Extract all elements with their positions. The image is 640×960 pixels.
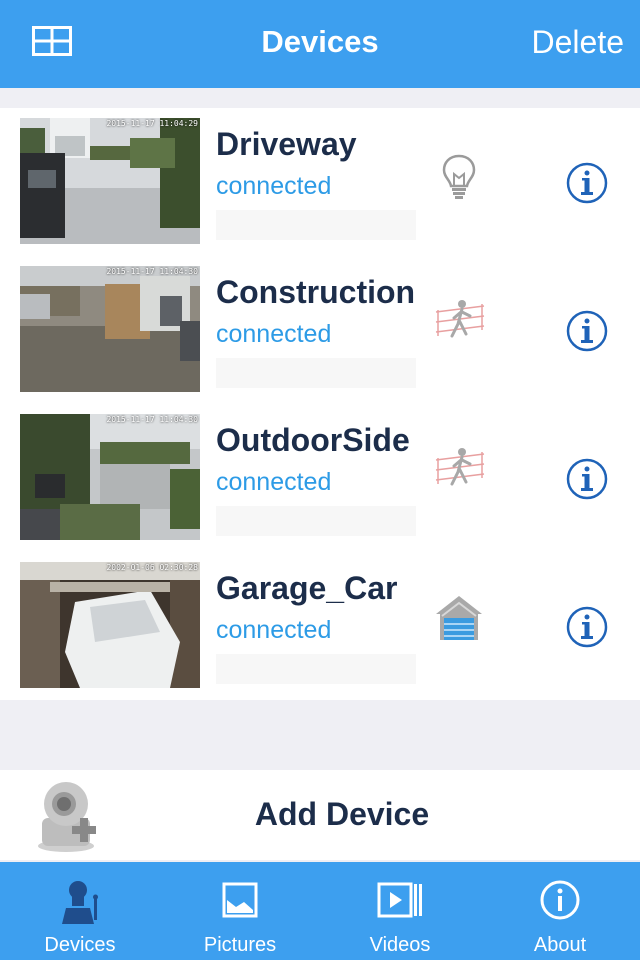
device-status: connected	[216, 172, 332, 200]
device-name: Garage_Car	[216, 570, 398, 606]
timestamp-overlay: 2015-11-17 11:04:30	[106, 267, 198, 276]
device-row[interactable]: 2015-11-17 11:04:29 Driveway connected	[0, 108, 640, 256]
device-status: connected	[216, 320, 332, 348]
camera-thumbnail[interactable]: 2015-11-17 11:04:30	[20, 266, 200, 392]
device-row[interactable]: 2015-11-17 11:04:30 Construction connect…	[0, 256, 640, 404]
camera-user-icon	[62, 881, 98, 924]
info-icon[interactable]	[566, 162, 608, 204]
tab-label: About	[533, 934, 587, 956]
device-detail-bar	[216, 358, 416, 388]
add-device-label: Add Device	[254, 796, 430, 832]
motion-detection-icon[interactable]	[432, 296, 486, 350]
delete-button[interactable]: Delete	[532, 24, 625, 61]
tab-bar: Devices Pictures Videos About	[0, 862, 640, 960]
tab-label: Devices	[44, 934, 116, 956]
light-bulb-icon[interactable]	[432, 148, 486, 202]
tab-pictures[interactable]: Pictures	[160, 862, 320, 960]
info-icon[interactable]	[566, 310, 608, 352]
camera-thumbnail[interactable]: 2002-01-06 02:30:28	[20, 562, 200, 688]
info-icon[interactable]	[566, 458, 608, 500]
device-status: connected	[216, 616, 332, 644]
timestamp-overlay: 2015-11-17 11:04:29	[106, 119, 198, 128]
camera-thumbnail[interactable]: 2015-11-17 11:04:30	[20, 414, 200, 540]
timestamp-overlay: 2002-01-06 02:30:28	[106, 563, 198, 572]
device-detail-bar	[216, 654, 416, 684]
device-row[interactable]: 2002-01-06 02:30:28 Garage_Car connected	[0, 552, 640, 700]
timestamp-overlay: 2015-11-17 11:04:30	[106, 415, 198, 424]
device-detail-bar	[216, 506, 416, 536]
video-icon	[377, 882, 422, 918]
device-list: 2015-11-17 11:04:29 Driveway connected 2…	[0, 108, 640, 700]
device-name: Driveway	[216, 126, 357, 162]
tab-videos[interactable]: Videos	[320, 862, 480, 960]
nav-bar: Devices Delete	[0, 0, 640, 88]
tab-label: Videos	[369, 934, 431, 956]
garage-door-icon[interactable]	[432, 592, 486, 646]
motion-detection-icon[interactable]	[432, 444, 486, 498]
tab-label: Pictures	[203, 934, 277, 956]
device-name: OutdoorSide	[216, 422, 410, 458]
info-icon[interactable]	[566, 606, 608, 648]
add-device-button[interactable]: Add Device	[0, 770, 640, 860]
info-icon	[540, 880, 580, 920]
device-row[interactable]: 2015-11-17 11:04:30 OutdoorSide connecte…	[0, 404, 640, 552]
picture-icon	[222, 882, 258, 918]
device-name: Construction	[216, 274, 416, 310]
device-detail-bar	[216, 210, 416, 240]
device-status: connected	[216, 468, 332, 496]
camera-thumbnail[interactable]: 2015-11-17 11:04:29	[20, 118, 200, 244]
tab-about[interactable]: About	[480, 862, 640, 960]
tab-devices[interactable]: Devices	[0, 862, 160, 960]
